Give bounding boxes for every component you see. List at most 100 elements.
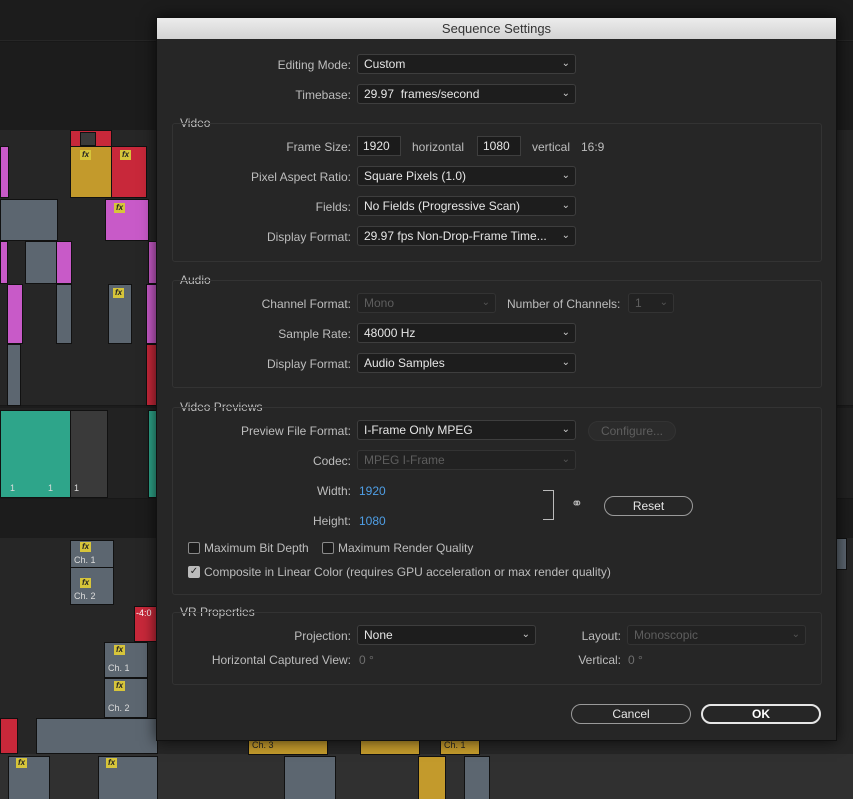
composite-linear-checkbox[interactable]: ✓: [188, 566, 200, 578]
sample-rate-dropdown[interactable]: 48000 Hz ⌄: [357, 323, 576, 343]
projection-dropdown[interactable]: None ⌄: [357, 625, 536, 645]
clip-thumbnail[interactable]: [70, 146, 112, 198]
height-label: Height:: [312, 514, 351, 528]
clip[interactable]: [7, 344, 21, 406]
audio-display-format-label: Display Format:: [266, 357, 351, 371]
audio-clip[interactable]: [284, 756, 336, 799]
chevron-down-icon: ⌄: [561, 170, 570, 181]
preview-file-format-value: I-Frame Only MPEG: [364, 423, 473, 437]
chevron-down-icon: ⌄: [561, 424, 570, 435]
track-number: 1: [48, 483, 54, 493]
channel-format-value: Mono: [364, 296, 395, 310]
timebase-dropdown[interactable]: 29.97 frames/second ⌄: [357, 84, 576, 104]
marker-label: -4:0: [136, 608, 152, 618]
video-display-format-label: Display Format:: [266, 230, 351, 244]
sequence-settings-dialog: Sequence Settings Editing Mode: Custom ⌄ …: [156, 17, 837, 741]
clip[interactable]: [0, 199, 58, 241]
cancel-button[interactable]: Cancel: [571, 704, 691, 724]
clip[interactable]: [7, 284, 23, 344]
clip[interactable]: [56, 284, 72, 344]
layout-dropdown[interactable]: Monoscopic ⌄: [627, 625, 806, 645]
reset-button[interactable]: Reset: [604, 496, 693, 516]
fx-badge: fx: [120, 150, 131, 160]
clip-label: Ch. 3: [252, 740, 274, 750]
channel-label: Ch. 2: [108, 703, 130, 713]
projection-label: Projection:: [294, 629, 351, 643]
fx-badge: fx: [80, 542, 91, 552]
track-number: 1: [74, 483, 80, 493]
pixel-aspect-ratio-dropdown[interactable]: Square Pixels (1.0) ⌄: [357, 166, 576, 186]
clip[interactable]: [0, 718, 18, 754]
sample-rate-label: Sample Rate:: [278, 327, 351, 341]
preview-file-format-dropdown[interactable]: I-Frame Only MPEG ⌄: [357, 420, 576, 440]
fields-label: Fields:: [315, 200, 351, 214]
frame-width-input[interactable]: 1920: [357, 136, 401, 156]
chevron-down-icon: ⌄: [561, 230, 570, 241]
layout-value: Monoscopic: [634, 628, 699, 642]
channel-label: Ch. 1: [74, 555, 96, 565]
video-display-format-dropdown[interactable]: 29.97 fps Non-Drop-Frame Time... ⌄: [357, 226, 576, 246]
channel-label: Ch. 1: [108, 663, 130, 673]
fields-dropdown[interactable]: No Fields (Progressive Scan) ⌄: [357, 196, 576, 216]
video-display-format-value: 29.97 fps Non-Drop-Frame Time...: [364, 229, 547, 243]
layout-label: Layout:: [581, 629, 621, 643]
dialog-title: Sequence Settings: [157, 18, 836, 39]
checkmark-icon: ✓: [189, 566, 199, 577]
track-number: 1: [10, 483, 16, 493]
number-of-channels-dropdown[interactable]: 1 ⌄: [628, 293, 674, 313]
constrain-bracket: [543, 490, 554, 520]
max-render-quality-checkbox[interactable]: [322, 542, 334, 554]
clip[interactable]: [25, 241, 57, 284]
chevron-down-icon: ⌄: [561, 454, 570, 465]
chevron-down-icon: ⌄: [561, 357, 570, 368]
clip[interactable]: [105, 199, 149, 241]
vertical-view-value[interactable]: 0 °: [628, 653, 643, 667]
height-value[interactable]: 1080: [359, 514, 386, 528]
chevron-down-icon: ⌄: [561, 58, 570, 69]
pixel-aspect-ratio-label: Pixel Aspect Ratio:: [250, 170, 351, 184]
editing-mode-dropdown[interactable]: Custom ⌄: [357, 54, 576, 74]
width-label: Width:: [316, 484, 351, 498]
clip[interactable]: [56, 241, 72, 284]
max-bit-depth-label: Maximum Bit Depth: [204, 541, 309, 555]
fields-value: No Fields (Progressive Scan): [364, 199, 521, 213]
channel-label: Ch. 2: [74, 591, 96, 601]
link-icon[interactable]: ⚭: [571, 495, 583, 512]
width-value[interactable]: 1920: [359, 484, 386, 498]
clip[interactable]: [0, 146, 9, 198]
codec-dropdown[interactable]: MPEG I-Frame ⌄: [357, 450, 576, 470]
fx-badge: fx: [113, 288, 124, 298]
composite-linear-label: Composite in Linear Color (requires GPU …: [204, 565, 611, 579]
pixel-aspect-ratio-value: Square Pixels (1.0): [364, 169, 467, 183]
chevron-down-icon: ⌄: [561, 88, 570, 99]
audio-display-format-value: Audio Samples: [364, 356, 445, 370]
clip[interactable]: [0, 241, 8, 284]
audio-display-format-dropdown[interactable]: Audio Samples ⌄: [357, 353, 576, 373]
audio-clip[interactable]: [418, 756, 446, 799]
vertical-label: vertical: [532, 140, 571, 154]
horizontal-captured-view-label: Horizontal Captured View:: [211, 653, 351, 667]
ok-button[interactable]: OK: [701, 704, 821, 724]
fx-badge: fx: [106, 758, 117, 768]
frame-size-label: Frame Size:: [286, 140, 351, 154]
preview-file-format-label: Preview File Format:: [240, 424, 351, 438]
codec-label: Codec:: [312, 454, 351, 468]
audio-clip[interactable]: [8, 756, 50, 799]
max-render-quality-label: Maximum Render Quality: [338, 541, 474, 555]
chevron-down-icon: ⌄: [659, 297, 668, 308]
audio-clip[interactable]: [464, 756, 490, 799]
vr-section: [172, 612, 822, 685]
audio-clip[interactable]: [360, 739, 420, 755]
audio-clip[interactable]: [36, 718, 158, 754]
projection-value: None: [364, 628, 393, 642]
fx-badge: fx: [80, 578, 91, 588]
fx-badge: fx: [114, 645, 125, 655]
configure-button[interactable]: Configure...: [588, 421, 676, 441]
max-bit-depth-checkbox[interactable]: [188, 542, 200, 554]
horizontal-captured-view-value[interactable]: 0 °: [359, 653, 374, 667]
editing-mode-value: Custom: [364, 57, 406, 71]
channel-format-dropdown[interactable]: Mono ⌄: [357, 293, 496, 313]
chevron-down-icon: ⌄: [481, 297, 490, 308]
chevron-down-icon: ⌄: [791, 629, 800, 640]
frame-height-input[interactable]: 1080: [477, 136, 521, 156]
